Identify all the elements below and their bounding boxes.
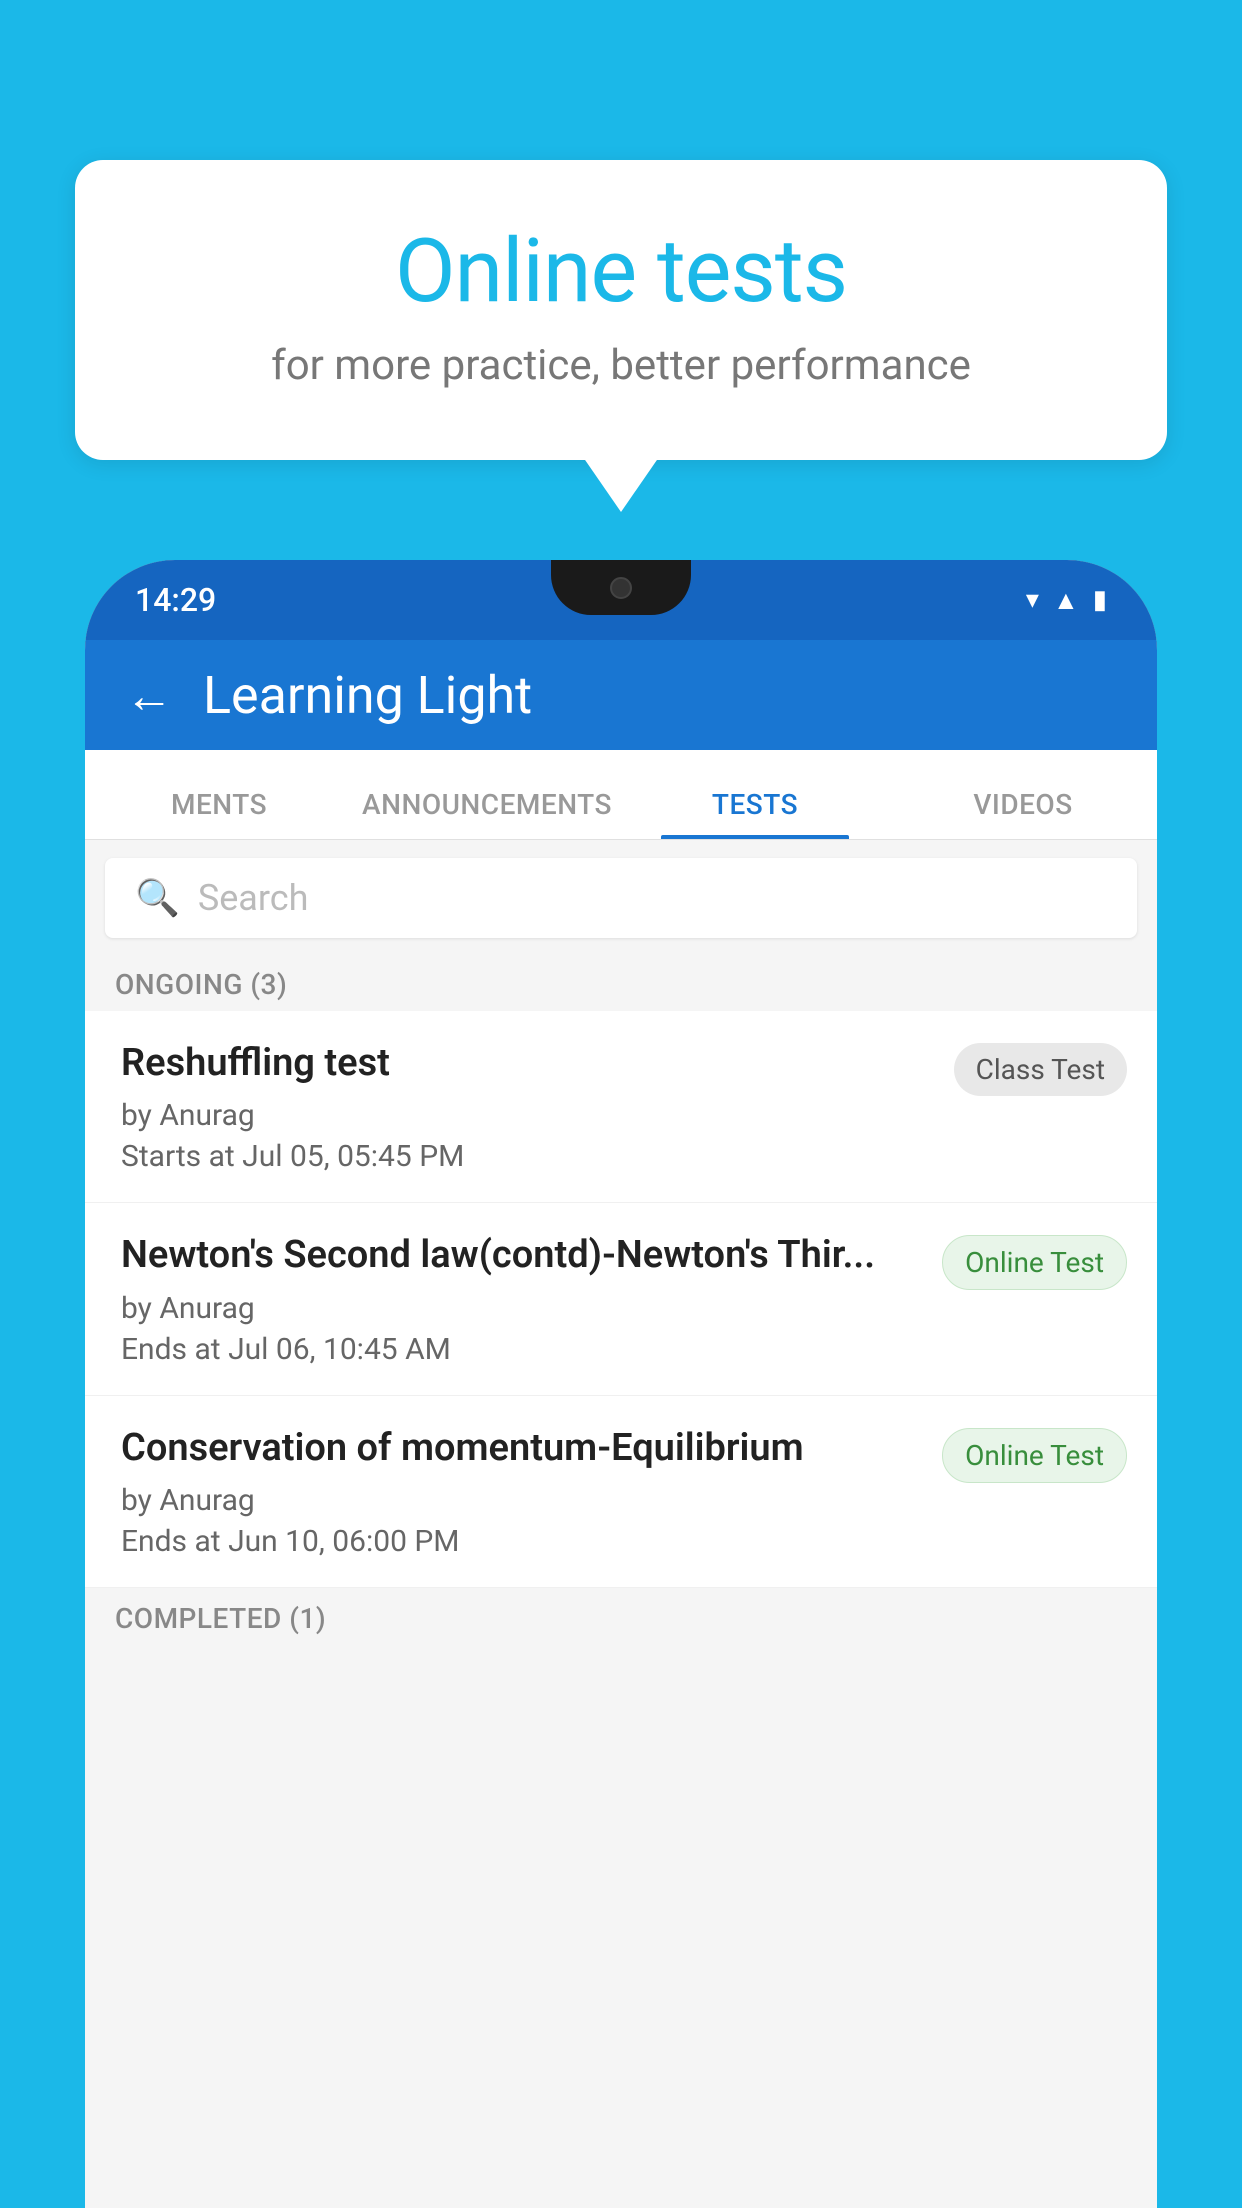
test-author-1: by Anurag: [121, 1098, 934, 1133]
phone-body: 🔍 Search ONGOING (3) Reshuffling test by…: [85, 840, 1157, 2208]
test-item-3[interactable]: Conservation of momentum-Equilibrium by …: [85, 1396, 1157, 1588]
tab-videos[interactable]: VIDEOS: [889, 788, 1157, 839]
test-info-2: Newton's Second law(contd)-Newton's Thir…: [121, 1231, 922, 1366]
app-title: Learning Light: [203, 665, 532, 726]
bubble-title: Online tests: [155, 220, 1087, 323]
badge-online-test-2: Online Test: [942, 1235, 1127, 1290]
phone-frame: 14:29 ▾ ▲ ▮ ← Learning Light MENTS ANNOU…: [85, 560, 1157, 2208]
badge-class-test-1: Class Test: [954, 1043, 1127, 1096]
search-bar[interactable]: 🔍 Search: [105, 858, 1137, 938]
tab-ments[interactable]: MENTS: [85, 788, 353, 839]
app-header: ← Learning Light: [85, 640, 1157, 750]
speech-bubble: Online tests for more practice, better p…: [75, 160, 1167, 460]
test-author-2: by Anurag: [121, 1291, 922, 1326]
time-label-1: Starts at: [121, 1139, 235, 1174]
time-value-2: Jul 06, 10:45 AM: [228, 1332, 451, 1367]
test-time-2: Ends at Jul 06, 10:45 AM: [121, 1332, 922, 1367]
test-author-3: by Anurag: [121, 1483, 922, 1518]
battery-icon: ▮: [1093, 585, 1107, 615]
test-name-1: Reshuffling test: [121, 1039, 934, 1088]
tab-tests[interactable]: TESTS: [621, 788, 889, 839]
search-icon: 🔍: [135, 877, 180, 919]
test-item-2[interactable]: Newton's Second law(contd)-Newton's Thir…: [85, 1203, 1157, 1395]
time-label-2: Ends at: [121, 1332, 221, 1367]
status-icons: ▾ ▲ ▮: [1026, 585, 1107, 616]
test-time-3: Ends at Jun 10, 06:00 PM: [121, 1524, 922, 1559]
test-time-1: Starts at Jul 05, 05:45 PM: [121, 1139, 934, 1174]
phone-camera: [610, 577, 632, 599]
test-info-3: Conservation of momentum-Equilibrium by …: [121, 1424, 922, 1559]
test-item-1[interactable]: Reshuffling test by Anurag Starts at Jul…: [85, 1011, 1157, 1203]
time-value-3: Jun 10, 06:00 PM: [228, 1524, 459, 1559]
signal-icon: ▲: [1053, 585, 1079, 616]
test-name-2: Newton's Second law(contd)-Newton's Thir…: [121, 1231, 922, 1280]
search-placeholder: Search: [198, 877, 309, 919]
status-bar: 14:29 ▾ ▲ ▮: [85, 560, 1157, 640]
tab-announcements[interactable]: ANNOUNCEMENTS: [353, 788, 621, 839]
back-button[interactable]: ←: [125, 667, 173, 724]
badge-online-test-3: Online Test: [942, 1428, 1127, 1483]
completed-section-label: COMPLETED (1): [85, 1588, 1157, 1645]
time-label-3: Ends at: [121, 1524, 221, 1559]
tab-bar: MENTS ANNOUNCEMENTS TESTS VIDEOS: [85, 750, 1157, 840]
bubble-subtitle: for more practice, better performance: [155, 341, 1087, 390]
phone-notch: [551, 560, 691, 615]
phone-inner: 14:29 ▾ ▲ ▮ ← Learning Light MENTS ANNOU…: [85, 560, 1157, 2208]
time-value-1: Jul 05, 05:45 PM: [242, 1139, 464, 1174]
status-time: 14:29: [135, 581, 216, 619]
ongoing-section-label: ONGOING (3): [85, 956, 1157, 1011]
test-info-1: Reshuffling test by Anurag Starts at Jul…: [121, 1039, 934, 1174]
wifi-icon: ▾: [1026, 585, 1039, 615]
test-name-3: Conservation of momentum-Equilibrium: [121, 1424, 922, 1473]
test-list: Reshuffling test by Anurag Starts at Jul…: [85, 1011, 1157, 1588]
